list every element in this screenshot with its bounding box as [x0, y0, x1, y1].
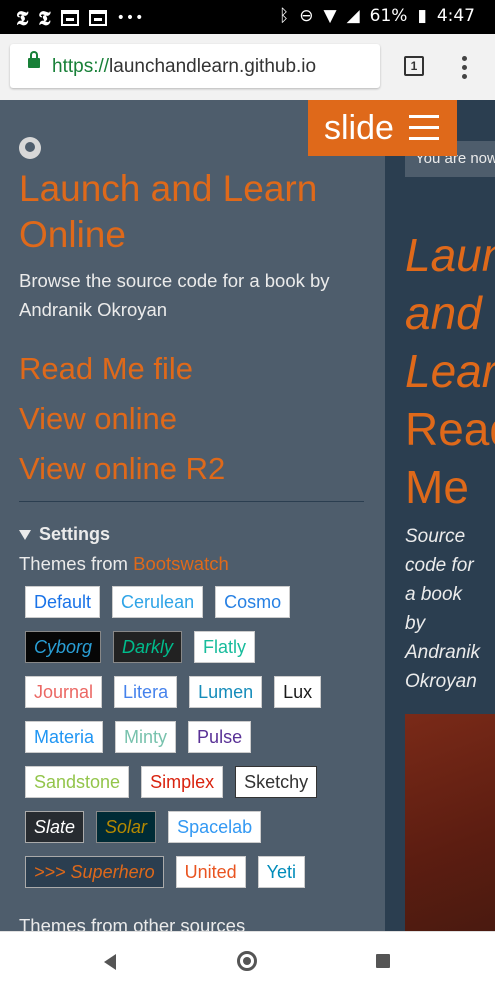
- theme-button-solar[interactable]: Solar: [96, 811, 157, 843]
- sidebar-links: Read Me file View online View online R2: [19, 344, 225, 494]
- github-icon[interactable]: [19, 137, 41, 159]
- main-title-line: Me: [405, 461, 469, 513]
- status-bar: 𝕿 𝕿 ••• ᛒ ⊖ ▼ ◢ 61% ▮ 4:47: [0, 0, 495, 34]
- theme-button-spacelab[interactable]: Spacelab: [168, 811, 262, 843]
- signal-icon: ◢: [346, 6, 360, 26]
- other-themes-heading: Themes from other sources: [19, 915, 246, 931]
- url-host: launchandlearn.github.io: [109, 56, 317, 77]
- do-not-disturb-icon: ⊖: [299, 6, 314, 26]
- battery-percent: 61%: [369, 6, 408, 26]
- theme-button-cosmo[interactable]: Cosmo: [215, 586, 291, 618]
- main-title-line: Laun: [405, 229, 495, 281]
- hamburger-icon: [409, 115, 439, 148]
- site-description: Browse the source code for a book by And…: [19, 270, 330, 320]
- site-title[interactable]: Launch and Learn Online: [19, 166, 349, 258]
- theme-button-pulse[interactable]: Pulse: [188, 721, 252, 753]
- wifi-icon: ▼: [323, 6, 337, 26]
- main-title-line: and: [405, 287, 482, 339]
- main-title-line: Lear: [405, 345, 495, 397]
- theme-button-cerulean[interactable]: Cerulean: [112, 586, 204, 618]
- themes-heading: Themes from Bootswatch: [19, 553, 229, 575]
- theme-button-yeti[interactable]: Yeti: [257, 856, 306, 888]
- theme-button-superhero[interactable]: >>> Superhero: [25, 856, 164, 888]
- theme-row: >>> Superhero United Yeti: [25, 856, 306, 888]
- main-title: Laun and Lear Read Me: [405, 226, 495, 516]
- theme-row: Slate Solar Spacelab: [25, 811, 262, 843]
- theme-row: Default Cerulean Cosmo: [25, 586, 291, 618]
- address-bar[interactable]: https://launchandlearn.github.io: [10, 44, 380, 88]
- settings-label: Settings: [39, 524, 111, 544]
- page-content: Launch and Learn Online Browse the sourc…: [0, 100, 495, 931]
- subtitle-line: by: [405, 613, 426, 634]
- theme-button-sandstone[interactable]: Sandstone: [25, 766, 130, 798]
- theme-button-journal[interactable]: Journal: [25, 676, 103, 708]
- theme-button-flatly[interactable]: Flatly: [194, 631, 256, 663]
- url-text[interactable]: https://launchandlearn.github.io: [52, 56, 316, 78]
- battery-icon: ▮: [417, 6, 427, 26]
- bluetooth-icon: ᛒ: [279, 6, 290, 26]
- bootswatch-link[interactable]: Bootswatch: [133, 553, 229, 574]
- lock-icon: [28, 51, 40, 68]
- nyt-notification-icon: 𝕿: [16, 6, 29, 30]
- subtitle-line: a book: [405, 584, 463, 605]
- theme-button-cyborg[interactable]: Cyborg: [25, 631, 102, 663]
- tab-switcher-button[interactable]: 1: [404, 56, 424, 76]
- more-notifications-icon: •••: [116, 10, 145, 26]
- subtitle-line: Andranik: [405, 642, 480, 663]
- main-title-line: Read: [405, 403, 495, 455]
- nyt-notification-icon: 𝕿: [38, 6, 51, 30]
- main-panel: You are now Laun and Lear Read Me Source…: [385, 100, 495, 931]
- theme-button-sketchy[interactable]: Sketchy: [235, 766, 318, 798]
- read-me-link[interactable]: Read Me file: [19, 344, 225, 394]
- calendar-notification-icon: [60, 10, 79, 26]
- subtitle-line: code for: [405, 555, 474, 576]
- recent-apps-icon[interactable]: [376, 954, 390, 968]
- theme-row: Journal Litera Lumen Lux: [25, 676, 322, 708]
- slide-label: slide: [324, 109, 394, 147]
- theme-row: Sandstone Simplex Sketchy: [25, 766, 318, 798]
- theme-button-simplex[interactable]: Simplex: [141, 766, 224, 798]
- theme-button-lux[interactable]: Lux: [274, 676, 322, 708]
- subtitle-line: Source: [405, 526, 466, 547]
- clock: 4:47: [436, 6, 475, 26]
- themes-label: Themes from: [19, 553, 128, 574]
- browser-toolbar: https://launchandlearn.github.io 1: [0, 34, 495, 101]
- subtitle-line: Okroyan: [405, 671, 477, 692]
- theme-button-lumen[interactable]: Lumen: [189, 676, 263, 708]
- system-nav-bar: [0, 931, 495, 990]
- cover-image: [405, 714, 495, 931]
- back-icon[interactable]: [104, 954, 116, 970]
- theme-button-slate[interactable]: Slate: [25, 811, 85, 843]
- sidebar: Launch and Learn Online Browse the sourc…: [0, 100, 385, 931]
- divider: [19, 501, 364, 502]
- theme-button-darkly[interactable]: Darkly: [113, 631, 183, 663]
- url-scheme: https://: [52, 56, 110, 77]
- home-icon[interactable]: [237, 951, 257, 971]
- triangle-down-icon: [19, 530, 31, 541]
- view-online-r2-link[interactable]: View online R2: [19, 444, 225, 494]
- browser-menu-button[interactable]: [462, 56, 468, 80]
- calendar-notification-icon: [88, 10, 107, 26]
- theme-button-united[interactable]: United: [175, 856, 246, 888]
- theme-row: Materia Minty Pulse: [25, 721, 252, 753]
- theme-button-materia[interactable]: Materia: [25, 721, 104, 753]
- theme-button-minty[interactable]: Minty: [115, 721, 177, 753]
- theme-button-litera[interactable]: Litera: [114, 676, 178, 708]
- slide-menu-button[interactable]: slide: [308, 100, 457, 156]
- main-subtitle: Source code for a book by Andranik Okroy…: [405, 522, 480, 696]
- settings-toggle[interactable]: Settings: [19, 524, 110, 545]
- view-online-link[interactable]: View online: [19, 394, 225, 444]
- theme-button-default[interactable]: Default: [25, 586, 101, 618]
- theme-row: Cyborg Darkly Flatly: [25, 631, 256, 663]
